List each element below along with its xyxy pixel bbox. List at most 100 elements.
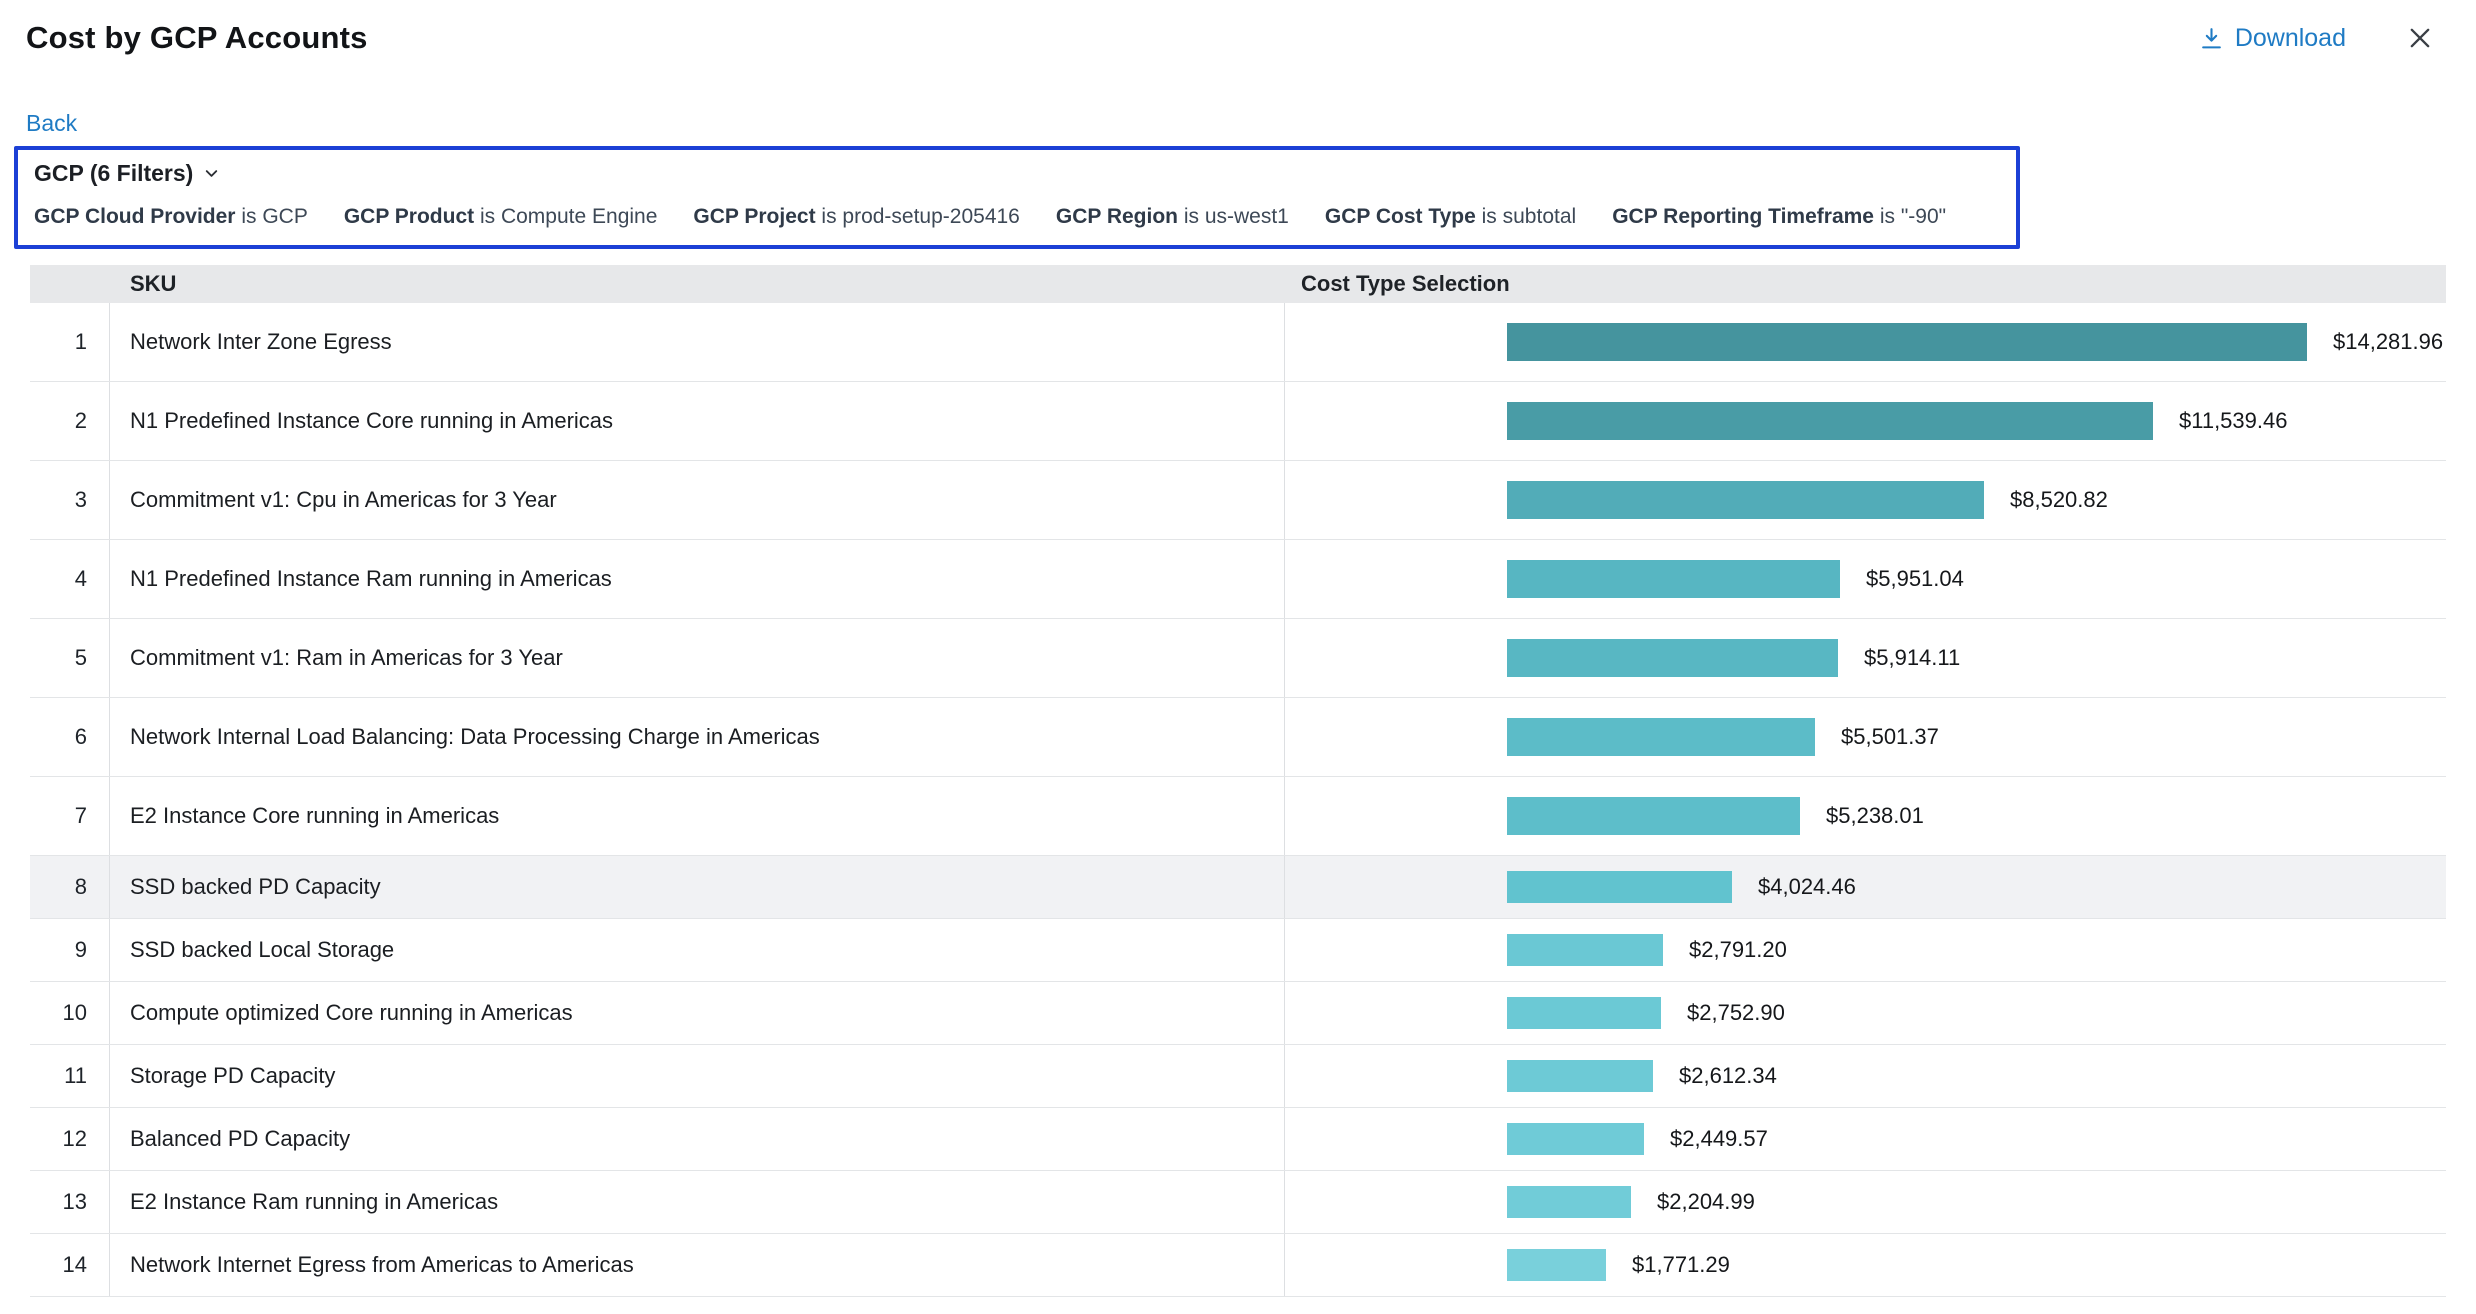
cost-value-label: $5,914.11 xyxy=(1864,645,1960,671)
table-row[interactable]: 9SSD backed Local Storage$2,791.20 xyxy=(30,919,2446,982)
cost-value-label: $2,204.99 xyxy=(1657,1189,1755,1215)
cost-bar[interactable] xyxy=(1507,639,1838,677)
cost-bar[interactable] xyxy=(1507,1123,1644,1155)
cost-bar-cell: $2,204.99 xyxy=(1285,1171,2446,1233)
table-row[interactable]: 8SSD backed PD Capacity$4,024.46 xyxy=(30,856,2446,919)
page-title: Cost by GCP Accounts xyxy=(26,20,368,55)
sku-column-header: SKU xyxy=(110,271,1285,297)
filter-condition: is "-90" xyxy=(1874,205,1946,228)
sku-cell: N1 Predefined Instance Core running in A… xyxy=(110,382,1285,460)
row-index: 1 xyxy=(30,303,110,381)
cost-bar-cell: $2,449.57 xyxy=(1285,1108,2446,1170)
row-index: 11 xyxy=(30,1045,110,1107)
sku-cell: Compute optimized Core running in Americ… xyxy=(110,982,1285,1044)
cost-bar[interactable] xyxy=(1507,1060,1653,1092)
table-body: 1Network Inter Zone Egress$14,281.962N1 … xyxy=(30,303,2446,1297)
cost-table: SKU Cost Type Selection 1Network Inter Z… xyxy=(30,265,2446,1297)
cost-bar-cell: $5,914.11 xyxy=(1285,619,2446,697)
cost-value-label: $8,520.82 xyxy=(2010,487,2108,513)
download-label: Download xyxy=(2235,24,2346,53)
cost-value-label: $2,612.34 xyxy=(1679,1063,1777,1089)
filter-chip: GCP Project is prod-setup-205416 xyxy=(693,205,1019,229)
cost-bar-cell: $2,752.90 xyxy=(1285,982,2446,1044)
table-row[interactable]: 11Storage PD Capacity $2,612.34 xyxy=(30,1045,2446,1108)
filter-chip: GCP Product is Compute Engine xyxy=(344,205,658,229)
filter-group-label: GCP (6 Filters) xyxy=(34,160,193,187)
table-row[interactable]: 10Compute optimized Core running in Amer… xyxy=(30,982,2446,1045)
cost-bar-cell: $8,520.82 xyxy=(1285,461,2446,539)
row-index: 10 xyxy=(30,982,110,1044)
filter-condition: is subtotal xyxy=(1476,205,1576,228)
filter-group-dropdown[interactable]: GCP (6 Filters) xyxy=(30,160,221,187)
cost-value-label: $5,951.04 xyxy=(1866,566,1964,592)
row-index: 14 xyxy=(30,1234,110,1296)
cost-bar-cell: $4,024.46 xyxy=(1285,856,2446,918)
filter-field: GCP Cost Type xyxy=(1325,205,1476,228)
filter-list: GCP Cloud Provider is GCP GCP Product is … xyxy=(30,205,2002,229)
cost-bar[interactable] xyxy=(1507,797,1800,835)
row-index: 5 xyxy=(30,619,110,697)
filter-chip: GCP Cloud Provider is GCP xyxy=(34,205,308,229)
sku-cell: SSD backed PD Capacity xyxy=(110,856,1285,918)
cost-bar-cell: $5,501.37 xyxy=(1285,698,2446,776)
row-index: 6 xyxy=(30,698,110,776)
row-index: 13 xyxy=(30,1171,110,1233)
table-row[interactable]: 12Balanced PD Capacity$2,449.57 xyxy=(30,1108,2446,1171)
close-icon xyxy=(2406,24,2434,52)
table-row[interactable]: 7E2 Instance Core running in Americas$5,… xyxy=(30,777,2446,856)
table-row[interactable]: 4N1 Predefined Instance Ram running in A… xyxy=(30,540,2446,619)
sku-cell: Network Internet Egress from Americas to… xyxy=(110,1234,1285,1296)
cost-bar[interactable] xyxy=(1507,871,1732,903)
sku-cell: Commitment v1: Ram in Americas for 3 Yea… xyxy=(110,619,1285,697)
cost-bar-cell: $1,771.29 xyxy=(1285,1234,2446,1296)
cost-bar[interactable] xyxy=(1507,323,2307,361)
table-row[interactable]: 3Commitment v1: Cpu in Americas for 3 Ye… xyxy=(30,461,2446,540)
cost-bar-cell: $2,791.20 xyxy=(1285,919,2446,981)
header-actions: Download xyxy=(2199,18,2440,58)
close-button[interactable] xyxy=(2400,18,2440,58)
filter-chip: GCP Region is us-west1 xyxy=(1056,205,1289,229)
cost-value-label: $2,791.20 xyxy=(1689,937,1787,963)
cost-column-header: Cost Type Selection xyxy=(1285,271,2446,297)
filter-field: GCP Product xyxy=(344,205,474,228)
filter-field: GCP Cloud Provider xyxy=(34,205,235,228)
back-link[interactable]: Back xyxy=(26,110,77,137)
cost-bar-cell: $14,281.96 xyxy=(1285,303,2446,381)
table-row[interactable]: 2N1 Predefined Instance Core running in … xyxy=(30,382,2446,461)
cost-bar[interactable] xyxy=(1507,402,2153,440)
filter-field: GCP Region xyxy=(1056,205,1178,228)
filter-field: GCP Reporting Timeframe xyxy=(1612,205,1874,228)
cost-bar[interactable] xyxy=(1507,1249,1606,1281)
cost-bar[interactable] xyxy=(1507,997,1661,1029)
filter-chip: GCP Cost Type is subtotal xyxy=(1325,205,1576,229)
cost-value-label: $5,501.37 xyxy=(1841,724,1939,750)
filter-condition: is Compute Engine xyxy=(474,205,657,228)
filters-box: GCP (6 Filters) GCP Cloud Provider is GC… xyxy=(14,146,2020,249)
cost-bar[interactable] xyxy=(1507,934,1663,966)
filter-chip: GCP Reporting Timeframe is "-90" xyxy=(1612,205,1946,229)
download-button[interactable]: Download xyxy=(2199,24,2346,53)
download-icon xyxy=(2199,26,2224,51)
cost-value-label: $2,449.57 xyxy=(1670,1126,1768,1152)
cost-value-label: $14,281.96 xyxy=(2333,329,2443,355)
table-row[interactable]: 13E2 Instance Ram running in Americas$2,… xyxy=(30,1171,2446,1234)
cost-value-label: $2,752.90 xyxy=(1687,1000,1785,1026)
cost-bar[interactable] xyxy=(1507,481,1984,519)
cost-bar[interactable] xyxy=(1507,560,1840,598)
table-row[interactable]: 6Network Internal Load Balancing: Data P… xyxy=(30,698,2446,777)
filter-field: GCP Project xyxy=(693,205,815,228)
table-row[interactable]: 14Network Internet Egress from Americas … xyxy=(30,1234,2446,1297)
chevron-down-icon xyxy=(202,164,221,183)
cost-bar-cell: $5,951.04 xyxy=(1285,540,2446,618)
cost-bar[interactable] xyxy=(1507,1186,1631,1218)
filter-condition: is us-west1 xyxy=(1178,205,1289,228)
sku-cell: Balanced PD Capacity xyxy=(110,1108,1285,1170)
cost-value-label: $1,771.29 xyxy=(1632,1252,1730,1278)
cost-bar[interactable] xyxy=(1507,718,1815,756)
cost-value-label: $5,238.01 xyxy=(1826,803,1924,829)
table-row[interactable]: 1Network Inter Zone Egress$14,281.96 xyxy=(30,303,2446,382)
filter-condition: is prod-setup-205416 xyxy=(816,205,1020,228)
table-row[interactable]: 5Commitment v1: Ram in Americas for 3 Ye… xyxy=(30,619,2446,698)
sku-cell: Storage PD Capacity xyxy=(110,1045,1285,1107)
sku-cell: E2 Instance Core running in Americas xyxy=(110,777,1285,855)
